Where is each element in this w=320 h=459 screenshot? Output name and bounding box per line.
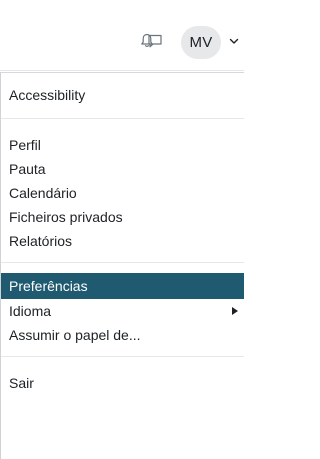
user-avatar[interactable]: MV bbox=[181, 26, 221, 59]
menu-item-preferencias[interactable]: Preferências bbox=[1, 273, 244, 299]
menu-item-accessibility[interactable]: Accessibility bbox=[1, 82, 244, 108]
menu-divider bbox=[1, 356, 244, 357]
menu-item-assumir-papel[interactable]: Assumir o papel de... bbox=[1, 322, 244, 348]
chevron-down-icon-glyph bbox=[229, 38, 239, 44]
caret-right-icon bbox=[232, 307, 238, 315]
menu-item-pauta[interactable]: Pauta bbox=[1, 156, 244, 182]
menu-item-calendario[interactable]: Calendário bbox=[1, 180, 244, 206]
menu-item-sair[interactable]: Sair bbox=[1, 370, 244, 396]
chat-bubble-icon-glyph bbox=[148, 34, 162, 48]
menu-item-relatorios[interactable]: Relatórios bbox=[1, 228, 244, 254]
chat-bubble-icon[interactable] bbox=[145, 31, 165, 51]
menu-item-idioma-label: Idioma bbox=[9, 303, 52, 319]
menu-divider bbox=[1, 262, 244, 263]
menu-divider bbox=[1, 118, 244, 119]
top-navbar: MV bbox=[0, 0, 244, 71]
menu-item-ficheiros-privados[interactable]: Ficheiros privados bbox=[1, 204, 244, 230]
page: MV Accessibility Perfil Pauta Calendário… bbox=[0, 0, 244, 459]
menu-item-perfil[interactable]: Perfil bbox=[1, 132, 244, 158]
chevron-down-icon[interactable] bbox=[228, 35, 240, 47]
user-dropdown-menu: Accessibility Perfil Pauta Calendário Fi… bbox=[0, 72, 244, 459]
menu-item-idioma[interactable]: Idioma bbox=[1, 298, 244, 324]
